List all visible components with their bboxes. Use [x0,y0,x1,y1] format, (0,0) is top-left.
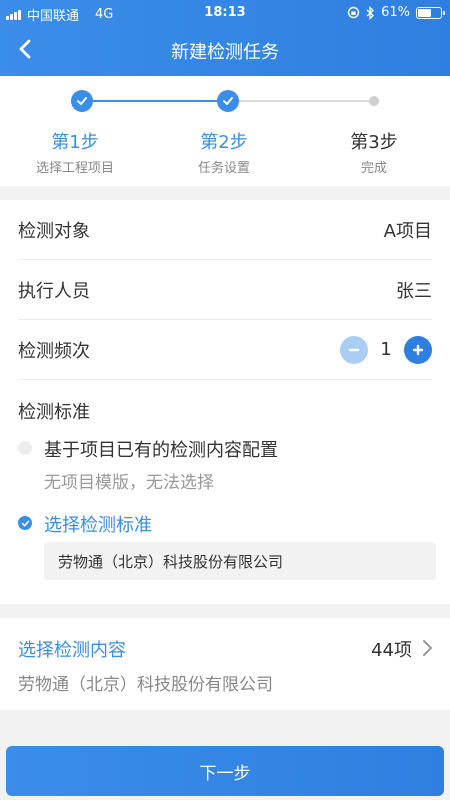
object-value: A项目 [383,220,432,242]
decrement-button[interactable] [340,335,368,364]
radio-project-config[interactable]: 基于项目已有的检测内容配置 无项目模版，无法选择 [18,436,278,493]
content-company: 劳物通（北京）科技股份有限公司 [18,675,273,695]
step-2-label: 第2步 [200,132,248,153]
nav-bar: 新建检测任务 [0,26,450,76]
step-2-check-icon [217,90,239,112]
content-count: 44项 [371,640,412,661]
standard-company-field[interactable]: 劳物通（北京）科技股份有限公司 [44,542,436,580]
step-1-label: 第1步 [51,132,99,153]
object-label: 检测对象 [18,220,90,242]
battery-icon [416,6,445,19]
radio-select-standard[interactable]: 选择检测标准 [18,511,152,537]
step-connector-1 [82,100,227,102]
object-row[interactable]: 检测对象 A项目 [18,200,432,260]
step-3-dot-icon [369,96,379,106]
battery-percent: 61% [381,5,410,20]
step-3-sub: 完成 [360,161,387,176]
executor-row[interactable]: 执行人员 张三 [18,260,432,320]
header: 中国联通 4G 18:13 61% 新建检测任务 [0,0,450,76]
step-3-label: 第3步 [350,132,398,153]
lock-rotation-icon [347,6,360,19]
frequency-row: 检测频次 1 [18,320,432,380]
step-1-check-icon [71,90,93,112]
bluetooth-icon [366,5,375,20]
step-indicator: 第1步 选择工程项目 第2步 任务设置 第3步 完成 [0,76,450,186]
step-1-sub: 选择工程项目 [35,161,114,176]
task-settings-form: 检测对象 A项目 执行人员 张三 检测频次 1 检测标准 基于项目已有的检测内容… [0,200,450,604]
chevron-right-icon [423,640,432,656]
radio-project-config-hint: 无项目模版，无法选择 [44,473,214,493]
next-step-button[interactable]: 下一步 [6,746,444,796]
radio-select-standard-label: 选择检测标准 [44,515,152,536]
frequency-label: 检测频次 [18,340,90,362]
radio-unchecked-icon [18,441,32,455]
executor-value: 张三 [396,280,432,302]
executor-label: 执行人员 [18,280,90,302]
frequency-stepper: 1 [340,335,432,364]
standard-label: 检测标准 [18,402,90,423]
frequency-value: 1 [380,339,392,360]
battery-fill [418,8,431,17]
increment-button[interactable] [404,335,432,364]
step-connector-2 [238,100,374,102]
page-title: 新建检测任务 [171,42,279,63]
detection-content-card[interactable]: 选择检测内容 44项 劳物通（北京）科技股份有限公司 [0,618,450,710]
content-title: 选择检测内容 [18,640,126,661]
radio-checked-icon [18,516,32,530]
status-bar: 中国联通 4G 18:13 61% [0,0,450,26]
radio-project-config-text: 基于项目已有的检测内容配置 无项目模版，无法选择 [44,436,278,493]
step-2-sub: 任务设置 [197,161,250,176]
status-right: 61% [347,5,445,20]
radio-project-config-label: 基于项目已有的检测内容配置 [44,440,278,461]
plus-icon [412,344,424,355]
minus-icon [348,348,360,351]
